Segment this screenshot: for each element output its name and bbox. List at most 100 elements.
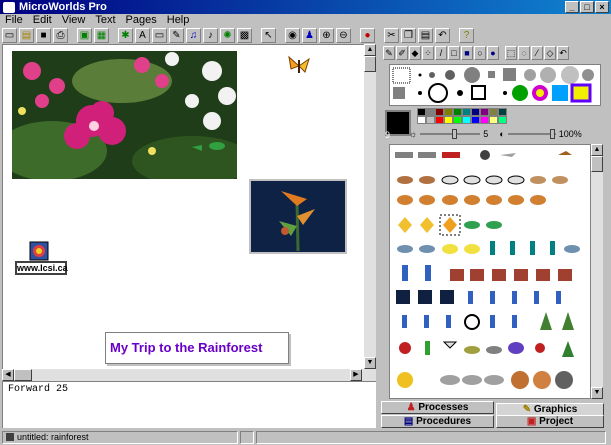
lcsi-logo-icon[interactable] <box>29 241 49 261</box>
button-icon[interactable]: ▭ <box>152 27 167 43</box>
open-icon[interactable]: ▤ <box>19 27 34 43</box>
spray-icon[interactable]: ⁘ <box>422 46 434 60</box>
menu-file[interactable]: File <box>4 14 24 26</box>
bird-of-paradise-photo[interactable] <box>249 179 347 254</box>
page-horizontal-scrollbar[interactable]: ◀ ▶ <box>2 369 376 381</box>
text-box-icon[interactable]: A <box>135 27 150 43</box>
minimize-button[interactable]: _ <box>565 1 579 13</box>
oval-outline-icon[interactable]: ○ <box>474 46 486 60</box>
shapes-scroll-thumb[interactable] <box>591 156 603 172</box>
brush-size-chooser[interactable] <box>389 64 601 106</box>
command-center[interactable]: Forward 25 <box>2 381 376 428</box>
draw-icon[interactable]: ♪ <box>203 27 218 43</box>
menu-text[interactable]: Text <box>94 14 116 26</box>
maximize-button[interactable]: □ <box>580 1 594 13</box>
select-arrow-icon[interactable]: ↖ <box>261 27 276 43</box>
stop-icon[interactable]: ● <box>360 27 375 43</box>
shapes-scroll-down-icon[interactable]: ▼ <box>591 387 603 399</box>
oval-filled-icon[interactable]: ● <box>487 46 499 60</box>
tab-processes[interactable]: ♟ Processes <box>381 401 494 414</box>
palette-swatch[interactable] <box>444 116 453 124</box>
copy-icon[interactable]: ❐ <box>401 27 416 43</box>
tab-procedures[interactable]: ▤ Procedures <box>381 415 494 428</box>
scroll-left-icon[interactable]: ◀ <box>2 369 14 381</box>
rect-filled-icon[interactable]: ■ <box>461 46 473 60</box>
menu-view[interactable]: View <box>61 14 87 26</box>
close-button[interactable]: × <box>595 1 609 13</box>
opacity-slider[interactable] <box>507 129 556 139</box>
melody-icon[interactable]: ♫ <box>186 27 201 43</box>
eraser-icon[interactable]: ◇ <box>544 46 556 60</box>
vertical-scroll-thumb[interactable] <box>364 56 376 72</box>
palette-swatch[interactable] <box>453 108 462 116</box>
page-icon[interactable]: ▣ <box>77 27 92 43</box>
orchid-photo[interactable] <box>12 51 237 179</box>
project-icon: ▣ <box>526 416 537 427</box>
rect-outline-icon[interactable]: □ <box>448 46 460 60</box>
palette-swatch[interactable] <box>498 108 507 116</box>
brush-icon[interactable]: ✐ <box>396 46 408 60</box>
palette-swatch[interactable] <box>453 116 462 124</box>
palette-swatch[interactable] <box>435 108 444 116</box>
lasso-icon[interactable]: ◌ <box>518 46 530 60</box>
eyedropper-icon[interactable]: ⁄ <box>531 46 543 60</box>
save-icon[interactable]: ■ <box>36 27 51 43</box>
project-status: untitled: rainforest <box>2 430 238 444</box>
line-icon[interactable]: / <box>435 46 447 60</box>
video-icon[interactable]: ▩ <box>237 27 252 43</box>
palette-swatch[interactable] <box>489 108 498 116</box>
tab-project[interactable]: ▣ Project <box>496 415 604 428</box>
palette-swatch[interactable] <box>435 116 444 124</box>
fill-icon[interactable]: ◆ <box>409 46 421 60</box>
undo-icon[interactable]: ↶ <box>435 27 450 43</box>
status-indicator-icon <box>240 430 254 444</box>
palette-swatch[interactable] <box>417 108 426 116</box>
turtle-page-icon[interactable]: ▦ <box>94 27 109 43</box>
palette-swatch[interactable] <box>480 108 489 116</box>
sun-icon: ☼ <box>409 129 418 139</box>
pencil-icon[interactable]: ✎ <box>383 46 395 60</box>
palette-swatch[interactable] <box>489 116 498 124</box>
horizontal-scroll-thumb[interactable] <box>14 369 32 381</box>
eye-icon[interactable]: ◉ <box>285 27 300 43</box>
menu-edit[interactable]: Edit <box>32 14 53 26</box>
palette-swatch[interactable] <box>444 108 453 116</box>
undo-paint-icon[interactable]: ↶ <box>557 46 569 60</box>
select-rect-icon[interactable]: ⬚ <box>505 46 517 60</box>
palette-swatch[interactable] <box>462 116 471 124</box>
palette-swatch[interactable] <box>462 108 471 116</box>
paint-icon[interactable]: ✺ <box>220 27 235 43</box>
palette-swatch[interactable] <box>480 116 489 124</box>
help-icon[interactable]: ? <box>459 27 474 43</box>
title-text-box[interactable]: My Trip to the Rainforest <box>105 332 289 364</box>
paste-icon[interactable]: ▤ <box>418 27 433 43</box>
scroll-down-icon[interactable]: ▼ <box>364 357 376 369</box>
hatch-turtle-icon[interactable]: ✱ <box>118 27 133 43</box>
palette-swatch[interactable] <box>426 108 435 116</box>
menu-help[interactable]: Help <box>166 14 191 26</box>
scroll-right-icon[interactable]: ▶ <box>350 369 362 381</box>
shapes-grid[interactable] <box>389 144 591 399</box>
page-vertical-scrollbar[interactable]: ▲ ▼ <box>364 44 376 371</box>
cut-icon[interactable]: ✂ <box>384 27 399 43</box>
new-icon[interactable]: ▭ <box>2 27 17 43</box>
lcsi-link-label[interactable]: www.lcsi.ca <box>15 261 68 275</box>
stamp-icon[interactable]: ♟ <box>302 27 317 43</box>
shapes-scroll-up-icon[interactable]: ▲ <box>591 144 603 156</box>
shapes-scrollbar[interactable]: ▲ ▼ <box>591 144 603 399</box>
palette-swatch[interactable] <box>471 108 480 116</box>
butterfly-turtle[interactable] <box>287 55 311 77</box>
palette-swatch[interactable] <box>426 116 435 124</box>
palette-swatch[interactable] <box>417 116 426 124</box>
color-palette[interactable] <box>417 108 507 124</box>
slider-icon[interactable]: ✎ <box>169 27 184 43</box>
project-page[interactable]: www.lcsi.ca My Trip to the Rainforest <box>2 44 364 371</box>
menu-pages[interactable]: Pages <box>125 14 158 26</box>
brightness-slider[interactable] <box>420 129 481 139</box>
palette-swatch[interactable] <box>498 116 507 124</box>
print-icon[interactable]: ⎙ <box>53 27 68 43</box>
scroll-up-icon[interactable]: ▲ <box>364 44 376 56</box>
zoom-out-icon[interactable]: ⊖ <box>336 27 351 43</box>
palette-swatch[interactable] <box>471 116 480 124</box>
zoom-in-icon[interactable]: ⊕ <box>319 27 334 43</box>
